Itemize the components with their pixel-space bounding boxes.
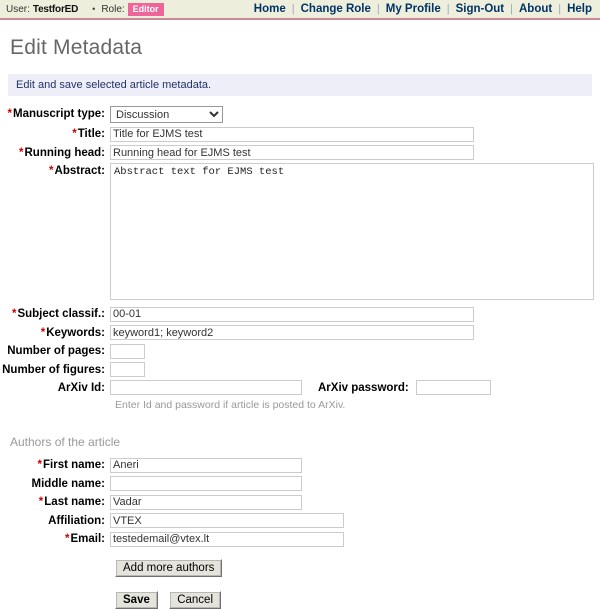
required-marker-icon: * xyxy=(38,496,44,508)
save-button[interactable]: Save xyxy=(115,590,158,609)
title-label: *Title: xyxy=(72,128,105,140)
running-head-label: *Running head: xyxy=(19,146,105,159)
nav-separator: | xyxy=(558,3,562,15)
arxiv-password-label: ArXiv password: xyxy=(318,381,409,394)
nav-link-home[interactable]: Home xyxy=(254,3,286,15)
required-marker-icon: * xyxy=(7,108,12,120)
subject-classif-input[interactable] xyxy=(110,306,474,322)
field-row-number-of-figures: Number of figures: xyxy=(0,362,600,377)
nav-separator: | xyxy=(376,3,380,15)
arxiv-password-input[interactable] xyxy=(415,380,491,395)
field-row-email: *Email: xyxy=(0,531,600,547)
keywords-input[interactable] xyxy=(110,325,474,340)
role-label: Role: xyxy=(101,3,125,15)
email-input[interactable] xyxy=(110,531,344,547)
field-row-affiliation: Affiliation: xyxy=(0,513,600,528)
nav-separator: | xyxy=(446,3,450,15)
top-bar: User: TestforED • Role: Editor Home | Ch… xyxy=(0,0,600,20)
first-name-input[interactable] xyxy=(110,457,302,473)
arxiv-id-label: ArXiv Id: xyxy=(57,382,105,394)
field-row-abstract: *Abstract: Abstract text for EJMS test xyxy=(0,163,600,303)
required-marker-icon: * xyxy=(65,533,70,545)
required-marker-icon: * xyxy=(40,326,46,339)
middle-name-label: Middle name: xyxy=(31,477,105,490)
nav-link-my-profile[interactable]: My Profile xyxy=(386,3,441,15)
affiliation-label: Affiliation: xyxy=(48,514,105,527)
arxiv-hint-text: Enter Id and password if article is post… xyxy=(115,399,346,411)
bullet-icon: • xyxy=(92,4,96,14)
manuscript-type-label: *Manuscript type: xyxy=(7,108,106,120)
title-input[interactable] xyxy=(110,126,474,142)
required-marker-icon: * xyxy=(11,308,17,320)
required-marker-icon: * xyxy=(19,146,24,159)
required-marker-icon: * xyxy=(72,128,77,140)
abstract-textarea[interactable]: Abstract text for EJMS test xyxy=(110,163,594,300)
form-actions-row: Save Cancel xyxy=(115,590,600,609)
nav-link-help[interactable]: Help xyxy=(567,3,592,15)
user-name: TestforED xyxy=(32,3,79,15)
last-name-input[interactable] xyxy=(110,494,302,510)
edit-metadata-form: *Manuscript type: Discussion *Title: *Ru… xyxy=(0,106,600,609)
field-row-number-of-pages: Number of pages: xyxy=(0,343,600,359)
info-message-bar: Edit and save selected article metadata. xyxy=(8,74,592,96)
required-marker-icon: * xyxy=(37,459,42,471)
first-name-label: *First name: xyxy=(37,459,105,471)
affiliation-input[interactable] xyxy=(110,513,344,528)
field-row-first-name: *First name: xyxy=(0,457,600,473)
middle-name-input[interactable] xyxy=(110,476,302,491)
email-label: *Email: xyxy=(65,533,105,545)
last-name-label: *Last name: xyxy=(38,496,105,508)
number-of-pages-input[interactable] xyxy=(110,343,145,359)
abstract-label: *Abstract: xyxy=(49,165,105,177)
page-title: Edit Metadata xyxy=(10,36,143,59)
subject-classif-label: *Subject classif.: xyxy=(11,308,105,320)
required-marker-icon: * xyxy=(49,165,54,177)
nav-link-about[interactable]: About xyxy=(519,3,552,15)
field-row-running-head: *Running head: xyxy=(0,145,600,160)
field-row-subject-classif: *Subject classif.: xyxy=(0,306,600,322)
nav-separator: | xyxy=(510,3,513,15)
nav-link-sign-out[interactable]: Sign-Out xyxy=(456,3,505,15)
number-of-pages-label: Number of pages: xyxy=(7,345,105,357)
user-label: User: xyxy=(6,3,30,15)
nav-separator: | xyxy=(291,3,295,15)
field-row-title: *Title: xyxy=(0,126,600,142)
field-row-arxiv: ArXiv Id: ArXiv password: xyxy=(0,380,600,395)
keywords-label: *Keywords: xyxy=(40,326,105,339)
number-of-figures-input[interactable] xyxy=(110,362,145,377)
field-row-manuscript-type: *Manuscript type: Discussion xyxy=(0,106,600,123)
role-badge: Editor xyxy=(127,2,164,16)
field-row-last-name: *Last name: xyxy=(0,494,600,510)
manuscript-type-select[interactable]: Discussion xyxy=(110,106,223,123)
arxiv-id-input[interactable] xyxy=(110,380,302,395)
authors-section-title: Authors of the article xyxy=(10,435,121,449)
running-head-input[interactable] xyxy=(110,145,474,160)
user-info: User: TestforED • Role: Editor xyxy=(6,2,164,16)
number-of-figures-label: Number of figures: xyxy=(2,363,105,376)
cancel-button[interactable]: Cancel xyxy=(169,590,222,609)
field-row-keywords: *Keywords: xyxy=(0,325,600,340)
nav-link-change-role[interactable]: Change Role xyxy=(301,3,371,15)
field-row-middle-name: Middle name: xyxy=(0,476,600,491)
main-nav: Home | Change Role | My Profile | Sign-O… xyxy=(254,3,594,15)
